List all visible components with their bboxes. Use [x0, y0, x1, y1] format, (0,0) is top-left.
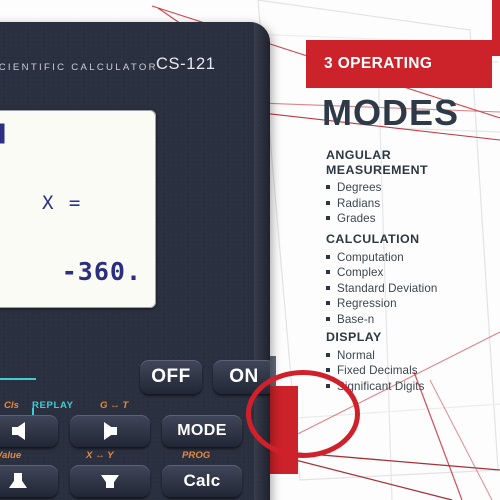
spec-list-calculation: Computation Complex Standard Deviation R…: [326, 250, 437, 328]
spec-heading-angular: ANGULAR MEASUREMENT: [326, 148, 428, 177]
shift-label-prog: PROG: [182, 450, 211, 461]
spec-group-display: DISPLAY Normal Fixed Decimals Significan…: [326, 330, 425, 394]
shift-label-value: Value: [0, 450, 22, 461]
up-arrow-button[interactable]: [0, 465, 58, 497]
spec-heading-calculation: CALCULATION: [326, 232, 420, 246]
banner-eyebrow-text: 3 OPERATING: [324, 55, 433, 72]
spec-heading-line2: MEASUREMENT: [326, 162, 429, 177]
banner-eyebrow: 3 OPERATING: [306, 40, 492, 88]
mode-button-label: MODE: [177, 422, 227, 439]
shift-label-g-t: G ↔ T: [100, 400, 129, 411]
off-button[interactable]: OFF: [140, 360, 202, 394]
spec-group-calculation: CALCULATION Computation Complex Standard…: [326, 232, 437, 327]
page-title: MODES: [322, 92, 460, 133]
off-button-label: OFF: [151, 366, 191, 387]
lcd-prompt: X =: [42, 192, 83, 214]
model-label: CS-121: [156, 55, 216, 73]
poster-canvas: 3 OPERATING MODES ANGULAR MEASUREMENT De…: [0, 0, 500, 500]
list-item: Standard Deviation: [326, 281, 437, 297]
spec-heading-line1: ANGULAR: [326, 148, 392, 162]
list-item: Base-n: [326, 312, 437, 328]
lcd-mode-indicator: D: [0, 125, 3, 142]
calc-button-label: Calc: [183, 471, 221, 490]
shift-label-x-y: X ↔ Y: [86, 450, 114, 461]
on-button-label: ON: [229, 366, 259, 387]
list-item: Regression: [326, 296, 437, 312]
spec-heading-display: DISPLAY: [326, 330, 382, 344]
spec-list-display: Normal Fixed Decimals Significant Digits: [326, 348, 425, 395]
right-arrow-icon: [103, 422, 117, 440]
list-item: Radians: [326, 196, 428, 212]
list-item: Fixed Decimals: [326, 363, 425, 379]
list-item: Complex: [326, 265, 437, 281]
list-item: Grades: [326, 211, 428, 227]
mode-button[interactable]: MODE: [162, 415, 242, 447]
shift-label-cls: Cls: [4, 400, 19, 411]
list-item: Normal: [326, 348, 425, 364]
list-item: Degrees: [326, 180, 428, 196]
graphic-rule: [0, 378, 36, 380]
spec-group-angular: ANGULAR MEASUREMENT Degrees Radians Grad…: [326, 148, 428, 227]
right-arrow-button[interactable]: [70, 415, 150, 447]
down-arrow-icon: [101, 474, 119, 488]
left-arrow-button[interactable]: [0, 415, 58, 447]
brand-label: SCIENTIFIC CALCULATOR: [0, 62, 158, 73]
calculator-right-bevel: [254, 22, 270, 500]
lcd-sine-graph: [0, 162, 18, 292]
shift-label-replay: REPLAY: [32, 400, 74, 411]
list-item: Significant Digits: [326, 379, 425, 395]
on-button[interactable]: ON: [213, 360, 270, 394]
lcd-result-value: -360.: [61, 257, 142, 286]
up-arrow-icon: [9, 472, 27, 488]
calc-button[interactable]: Calc: [162, 465, 242, 497]
calculator-device: SCIENTIFIC CALCULATOR CS-121 D X = -360.…: [0, 22, 270, 500]
down-arrow-button[interactable]: [70, 465, 150, 497]
list-item: Computation: [326, 250, 437, 266]
spec-list-angular: Degrees Radians Grades: [326, 180, 428, 227]
left-arrow-icon: [11, 422, 25, 440]
lcd-screen: D X = -360.: [0, 110, 156, 308]
